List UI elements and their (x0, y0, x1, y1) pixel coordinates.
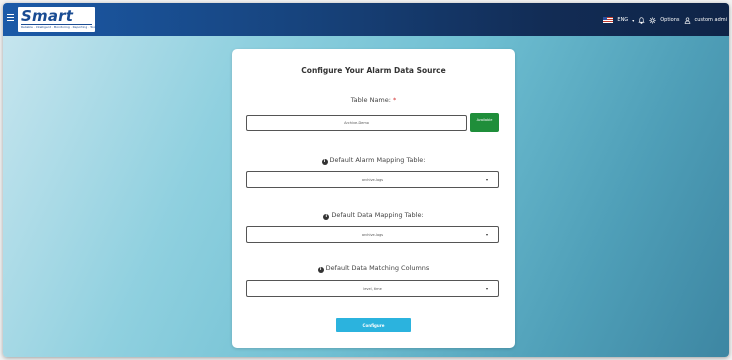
data-mapping-value: archive-logs (361, 232, 384, 237)
configure-card: Configure Your Alarm Data Source Table N… (232, 49, 515, 348)
language-selector[interactable]: ENG (617, 17, 628, 23)
info-icon: i (321, 159, 328, 165)
logo-tagline: Reliable · Intelligent · Monitoring · Re… (21, 25, 96, 29)
user-menu[interactable]: custom admi (695, 17, 728, 23)
alarm-mapping-label: i Default Alarm Mapping Table: (232, 156, 515, 165)
matching-columns-label: i Default Data Matching Columns (232, 264, 515, 273)
topbar-actions: ENG ▾ Options custom admi (603, 15, 729, 25)
data-mapping-select[interactable]: archive-logs ▾ (246, 226, 499, 243)
data-mapping-label: i Default Data Mapping Table: (232, 211, 515, 220)
logo[interactable]: Smart Reliable · Intelligent · Monitorin… (18, 7, 96, 32)
configure-button[interactable]: Configure (336, 318, 411, 332)
alarm-mapping-label-text: Default Alarm Mapping Table: (329, 156, 426, 164)
table-name-label: Table Name: * (232, 96, 515, 104)
table-name-label-text: Table Name: (350, 96, 391, 104)
user-icon[interactable] (684, 17, 691, 24)
menu-icon[interactable] (7, 14, 14, 21)
chevron-down-icon: ▾ (485, 177, 488, 182)
card-title: Configure Your Alarm Data Source (301, 66, 446, 75)
chevron-down-icon: ▾ (485, 286, 488, 291)
required-mark: * (393, 96, 397, 104)
alarm-mapping-value: archive-logs (361, 177, 384, 182)
bell-icon[interactable] (638, 16, 645, 24)
app-window: Smart Reliable · Intelligent · Monitorin… (3, 3, 729, 357)
options-link[interactable]: Options (660, 17, 679, 23)
info-icon: i (317, 267, 324, 273)
us-flag-icon[interactable] (603, 17, 614, 23)
alarm-mapping-select[interactable]: archive-logs ▾ (246, 171, 499, 188)
info-icon: i (323, 214, 330, 220)
matching-columns-label-text: Default Data Matching Columns (325, 264, 430, 272)
logo-text: Smart (21, 7, 74, 25)
table-name-input[interactable] (246, 115, 467, 131)
gear-icon[interactable] (649, 16, 656, 24)
caret-down-icon[interactable]: ▾ (632, 18, 634, 23)
matching-columns-select[interactable]: level, time ▾ (246, 280, 499, 297)
data-mapping-label-text: Default Data Mapping Table: (331, 211, 424, 219)
chevron-down-icon: ▾ (485, 232, 488, 237)
matching-columns-value: level, time (363, 286, 382, 291)
top-navbar: Smart Reliable · Intelligent · Monitorin… (3, 3, 729, 36)
available-button[interactable]: Available (470, 113, 499, 132)
